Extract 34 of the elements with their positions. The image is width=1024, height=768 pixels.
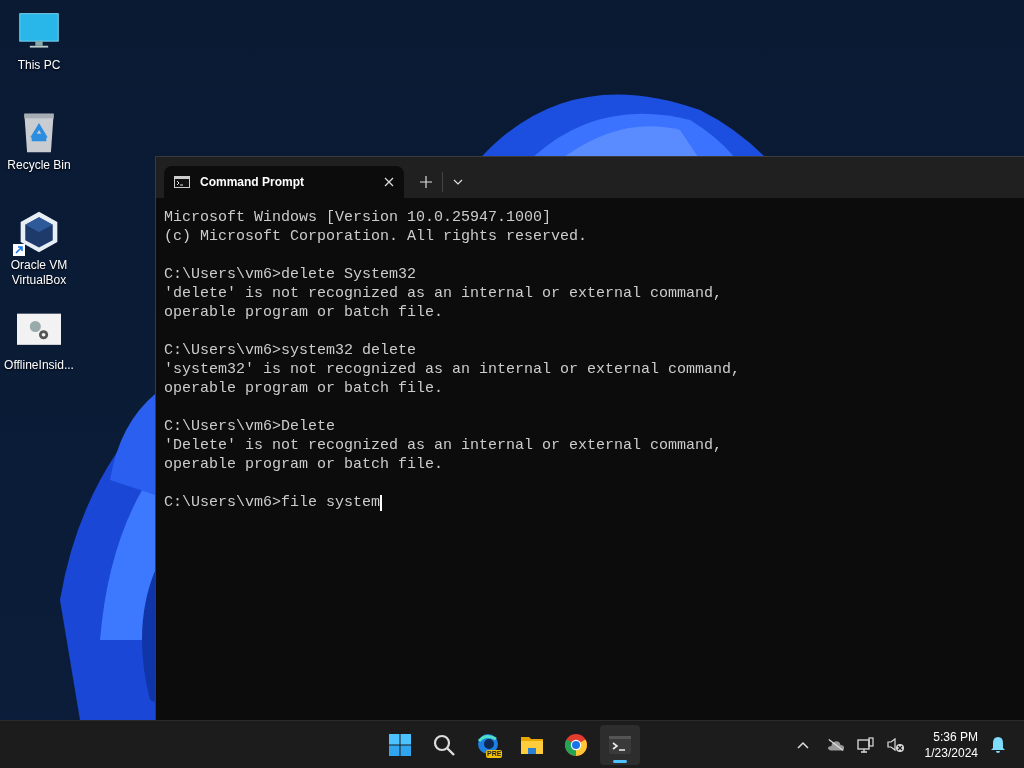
desktop-icon-label[interactable]: This PC	[0, 58, 78, 73]
terminal-tab[interactable]: Command Prompt	[164, 166, 404, 198]
clock[interactable]: 5:36 PM 1/23/2024	[924, 728, 978, 761]
console-line: (c) Microsoft Corporation. All rights reserved.	[164, 227, 588, 246]
tab-title: Command Prompt	[200, 175, 305, 189]
start-icon	[388, 732, 412, 757]
desktop-icon-label[interactable]: OfflineInsid...	[0, 358, 78, 373]
console-line: C:\Users\vm6>file system	[164, 493, 381, 512]
console-line: operable program or batch file.	[164, 303, 444, 322]
network-icon[interactable]	[856, 736, 875, 753]
plus-icon[interactable]	[420, 176, 432, 188]
search-icon	[432, 732, 456, 757]
taskbar-button[interactable]	[600, 724, 640, 765]
volume-muted-icon[interactable]	[886, 736, 905, 753]
console-line: 'Delete' is not recognized as an internal or external command,	[164, 436, 723, 455]
console-line: operable program or batch file.	[164, 379, 444, 398]
console-line: C:\Users\vm6>system32 delete	[164, 341, 417, 360]
chevron-down-icon[interactable]	[453, 179, 463, 185]
console-line: 'system32' is not recognized as an internal or external command,	[164, 360, 741, 379]
bell-icon[interactable]	[990, 735, 1006, 754]
console-line: C:\Users\vm6>delete System32	[164, 265, 417, 284]
console-line: Microsoft Windows [Version 10.0.25947.1000]	[164, 208, 552, 227]
browser-icon	[476, 732, 500, 757]
desktop-icon-label[interactable]: Oracle VM VirtualBox	[0, 258, 78, 288]
console-line: 'delete' is not recognized as an internal or external command,	[164, 284, 723, 303]
console-line: C:\Users\vm6>Delete	[164, 417, 336, 436]
command-prompt-icon	[174, 176, 190, 188]
chrome-icon	[564, 732, 588, 757]
active-indicator	[613, 759, 627, 763]
close-icon[interactable]	[384, 177, 394, 187]
desktop-icon-label[interactable]: Recycle Bin	[0, 158, 78, 173]
chevron-up-icon[interactable]	[796, 740, 809, 749]
console-line: operable program or batch file.	[164, 455, 444, 474]
cloud-off-icon[interactable]	[826, 736, 845, 753]
